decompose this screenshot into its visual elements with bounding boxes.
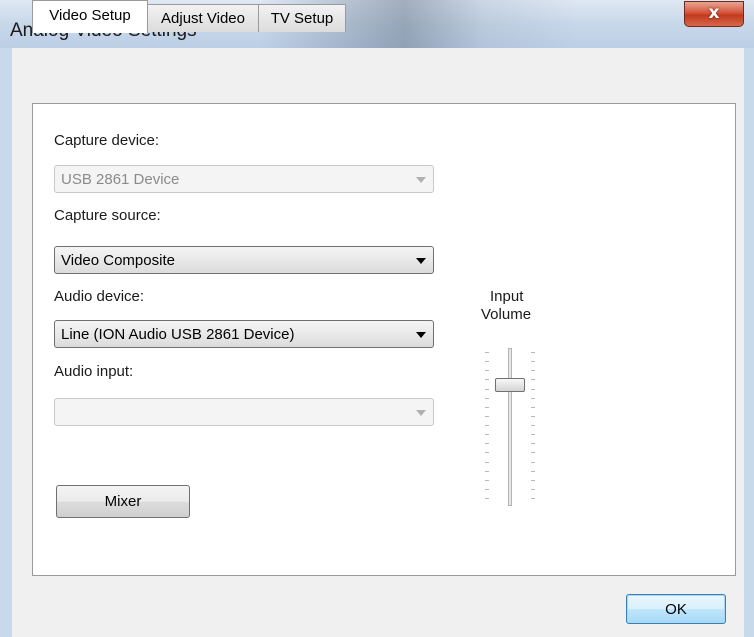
capture-source-select[interactable]: Video Composite: [54, 246, 434, 274]
volume-tick: [485, 407, 489, 408]
volume-tick: [531, 389, 535, 390]
volume-tick: [485, 489, 489, 490]
audio-input-label: Audio input:: [54, 363, 134, 380]
volume-tick: [531, 407, 535, 408]
volume-tick: [485, 452, 489, 453]
volume-tick: [485, 462, 489, 463]
volume-tick: [531, 425, 535, 426]
volume-tick: [531, 452, 535, 453]
audio-input-select: [54, 398, 434, 426]
volume-tick: [531, 416, 535, 417]
capture-source-value: Video Composite: [61, 252, 175, 269]
tab-adjust-video[interactable]: Adjust Video: [147, 4, 259, 32]
volume-tick: [485, 425, 489, 426]
volume-tick: [531, 370, 535, 371]
volume-tick: [531, 462, 535, 463]
chevron-down-icon: [416, 258, 426, 264]
ok-button[interactable]: OK: [626, 594, 726, 624]
tab-tv-setup[interactable]: TV Setup: [258, 4, 346, 32]
volume-tick: [531, 498, 535, 499]
ok-button-label: OK: [665, 601, 687, 618]
volume-tick: [485, 471, 489, 472]
audio-device-select[interactable]: Line (ION Audio USB 2861 Device): [54, 320, 434, 348]
volume-tick: [485, 443, 489, 444]
volume-tick: [531, 398, 535, 399]
volume-tick: [485, 480, 489, 481]
audio-device-value: Line (ION Audio USB 2861 Device): [61, 326, 295, 343]
capture-source-label: Capture source:: [54, 207, 161, 224]
volume-tick: [485, 498, 489, 499]
input-volume-label-line1: Input: [490, 288, 524, 305]
volume-tick: [485, 379, 489, 380]
tab-video-setup-label: Video Setup: [49, 7, 131, 24]
volume-tick: [531, 361, 535, 362]
chevron-down-icon: [416, 332, 426, 338]
volume-tick: [485, 352, 489, 353]
volume-tick: [531, 434, 535, 435]
capture-device-select: USB 2861 Device: [54, 165, 434, 193]
volume-tick: [531, 489, 535, 490]
volume-slider-thumb[interactable]: [495, 378, 525, 392]
tab-adjust-video-label: Adjust Video: [161, 10, 245, 27]
volume-tick: [485, 434, 489, 435]
tab-video-setup[interactable]: Video Setup: [32, 0, 148, 33]
capture-device-value: USB 2861 Device: [61, 171, 180, 188]
volume-tick: [485, 416, 489, 417]
chevron-down-icon: [416, 410, 426, 416]
input-volume-label-line2: Volume: [481, 306, 532, 323]
volume-slider-track[interactable]: [508, 348, 512, 506]
chevron-down-icon: [416, 177, 426, 183]
mixer-button[interactable]: Mixer: [56, 485, 190, 518]
audio-device-label: Audio device:: [54, 288, 145, 305]
volume-tick: [485, 389, 489, 390]
volume-tick: [531, 471, 535, 472]
volume-tick: [485, 398, 489, 399]
volume-tick: [485, 370, 489, 371]
close-button[interactable]: x: [684, 1, 744, 27]
close-icon: x: [708, 3, 720, 23]
volume-tick: [531, 443, 535, 444]
volume-tick: [531, 480, 535, 481]
capture-device-label: Capture device:: [54, 132, 160, 149]
mixer-button-label: Mixer: [104, 493, 142, 510]
volume-tick: [531, 352, 535, 353]
volume-tick: [531, 379, 535, 380]
dialog-window: Analog Video Settings x Video Setup Adju…: [0, 0, 754, 637]
volume-tick: [485, 361, 489, 362]
tab-tv-setup-label: TV Setup: [270, 10, 334, 27]
